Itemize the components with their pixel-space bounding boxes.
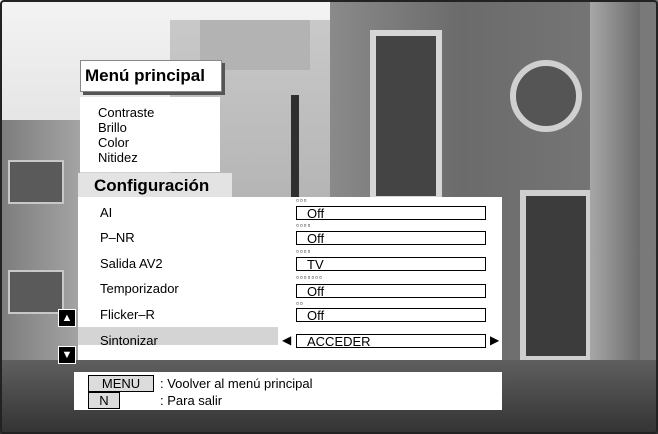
value-field-ai[interactable]: Off (296, 206, 486, 221)
level-dots: ▫▫▫ (296, 196, 308, 205)
level-dots: ▫▫▫▫▫▫▫ (296, 273, 323, 282)
exit-key-description: : Para salir (160, 393, 223, 408)
level-dots: ▫▫▫▫ (296, 247, 312, 256)
row-label-flicker-r[interactable]: Flicker–R (100, 307, 155, 322)
configuracion-header[interactable]: Configuración (78, 173, 232, 199)
window (8, 270, 64, 314)
arrow-right-icon[interactable]: ▶ (490, 333, 499, 347)
arrow-left-icon[interactable]: ◀ (282, 333, 291, 347)
menu-item-brillo[interactable]: Brillo (98, 120, 127, 135)
menu-item-contraste[interactable]: Contraste (98, 105, 154, 120)
value-field-flicker-r[interactable]: Off (296, 308, 486, 323)
menu-title-box: Menú principal (80, 60, 222, 92)
configuracion-title: Configuración (94, 176, 210, 195)
help-footer: MENU : Voolver al menú principal N : Par… (74, 372, 502, 410)
exit-key[interactable]: N (88, 392, 120, 409)
window (8, 160, 64, 204)
scroll-down-icon[interactable]: ▼ (58, 346, 76, 364)
menu-title: Menú principal (85, 66, 205, 85)
row-label-temporizador[interactable]: Temporizador (100, 281, 179, 296)
level-dots: ▫▫ (296, 299, 304, 308)
value-field-temporizador[interactable]: Off (296, 284, 486, 299)
menu-item-color[interactable]: Color (98, 135, 129, 150)
row-label-sintonizar[interactable]: Sintonizar (100, 333, 158, 348)
window (520, 190, 592, 362)
row-label-ai[interactable]: AI (100, 205, 112, 220)
main-menu-list: Contraste Brillo Color Nitidez (80, 97, 220, 172)
menu-item-nitidez[interactable]: Nitidez (98, 150, 138, 165)
menu-key[interactable]: MENU (88, 375, 154, 392)
scroll-up-icon[interactable]: ▲ (58, 309, 76, 327)
tv-screen: Menú principal Contraste Brillo Color Ni… (0, 0, 658, 434)
value-field-sintonizar[interactable]: ACCEDER (296, 334, 486, 349)
level-dots: ▫▫▫▫ (296, 221, 312, 230)
configuracion-panel: AI ▫▫▫ Off P–NR ▫▫▫▫ Off Salida AV2 ▫▫▫▫… (78, 197, 502, 360)
value-field-pnr[interactable]: Off (296, 231, 486, 246)
menu-key-description: : Voolver al menú principal (160, 376, 313, 391)
row-label-salida-av2[interactable]: Salida AV2 (100, 256, 163, 271)
rose-window (510, 60, 582, 132)
window (370, 30, 442, 202)
row-label-pnr[interactable]: P–NR (100, 230, 135, 245)
value-field-salida-av2[interactable]: TV (296, 257, 486, 272)
